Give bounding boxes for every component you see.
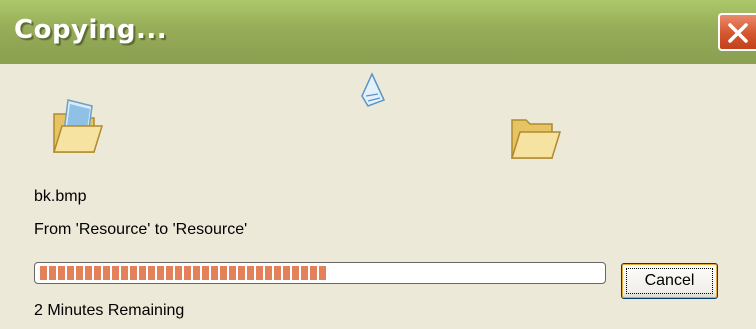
cancel-button[interactable]: Cancel	[621, 263, 718, 299]
file-name: bk.bmp	[34, 188, 87, 205]
flying-paper-icon	[361, 72, 386, 107]
focus-rectangle	[626, 268, 713, 294]
copy-dialog: Copying... bk.bmp From 'Resource' to 'Re…	[0, 0, 756, 329]
progress-bar	[34, 262, 606, 284]
dialog-title: Copying...	[14, 15, 168, 45]
close-button[interactable]	[718, 13, 756, 51]
time-remaining: 2 Minutes Remaining	[34, 302, 185, 319]
copy-source-destination: From 'Resource' to 'Resource'	[34, 221, 248, 238]
folder-open-with-paper-icon	[52, 99, 104, 153]
close-icon	[728, 23, 748, 43]
folder-open-icon	[510, 119, 562, 159]
title-bar[interactable]: Copying...	[0, 0, 756, 64]
progress-fill	[40, 266, 326, 280]
